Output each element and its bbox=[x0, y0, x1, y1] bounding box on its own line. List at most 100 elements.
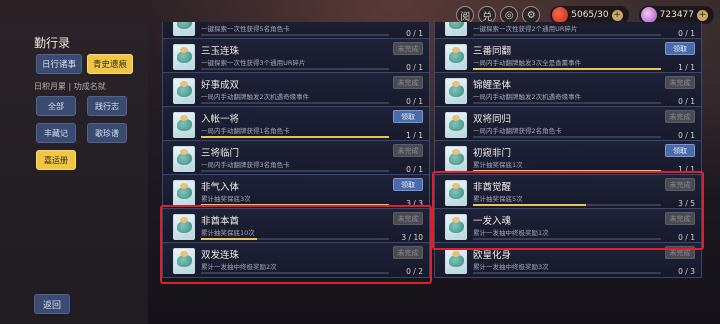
achievement-card: 入帐一将 一局内手动翻牌获得1名角色卡 1 / 1 领取 bbox=[162, 106, 430, 142]
progress-bar bbox=[201, 272, 389, 274]
progress-text: 1 / 1 bbox=[406, 131, 423, 140]
achievement-card: 非酋觉醒 累计抽奖保底5次 3 / 5 未完成 bbox=[434, 174, 702, 210]
claim-button[interactable]: 领取 bbox=[393, 178, 423, 191]
progress-bar bbox=[473, 68, 661, 70]
card-thumbnail bbox=[173, 214, 195, 240]
progress-bar-fill bbox=[473, 170, 661, 172]
tab-history[interactable]: 青史遗痕 bbox=[87, 54, 133, 74]
achievement-card: 锦鲤圣体 一局内手动翻牌触发2次机遇奇缘事件 0 / 1 未完成 bbox=[434, 72, 702, 108]
card-thumbnail bbox=[173, 248, 195, 274]
claim-button[interactable]: 领取 bbox=[393, 110, 423, 123]
achievement-card: 双将同归 一局内手动翻牌获得2名角色卡 0 / 1 未完成 bbox=[434, 106, 702, 142]
achievement-card: 欧皇化身 累计一发抽中终极奖励3次 0 / 3 未完成 bbox=[434, 242, 702, 278]
incomplete-button: 未完成 bbox=[665, 76, 695, 89]
achievement-title: 一发入魂 bbox=[473, 216, 512, 227]
card-thumbnail bbox=[445, 248, 467, 274]
achievement-description: 累计抽奖保底1次 bbox=[473, 161, 523, 169]
progress-text: 1 / 1 bbox=[678, 165, 695, 174]
card-thumbnail bbox=[445, 44, 467, 70]
progress-text: 3 / 3 bbox=[406, 199, 423, 208]
claim-button[interactable]: 领取 bbox=[665, 42, 695, 55]
incomplete-button: 未完成 bbox=[665, 178, 695, 191]
card-thumbnail bbox=[445, 214, 467, 240]
card-thumbnail bbox=[445, 180, 467, 206]
claim-button[interactable]: 领取 bbox=[665, 144, 695, 157]
progress-text: 0 / 3 bbox=[678, 267, 695, 276]
progress-bar bbox=[473, 34, 661, 36]
progress-text: 0 / 1 bbox=[406, 97, 423, 106]
category-fortune[interactable]: 嘉运册 bbox=[36, 150, 76, 170]
progress-text: 0 / 1 bbox=[678, 97, 695, 106]
achievement-title: 三番同翻 bbox=[473, 46, 512, 57]
achievement-title: 非酋本酋 bbox=[201, 216, 240, 227]
card-thumbnail bbox=[445, 112, 467, 138]
achievement-title: 好事成双 bbox=[201, 80, 240, 91]
progress-bar bbox=[473, 272, 661, 274]
category-treasure[interactable]: 歌珍谱 bbox=[87, 123, 127, 143]
achievement-title: 三将临门 bbox=[201, 148, 240, 159]
card-thumbnail bbox=[173, 22, 195, 36]
panel-title: 勤行录 bbox=[34, 36, 71, 50]
card-thumbnail bbox=[173, 44, 195, 70]
progress-bar bbox=[473, 102, 661, 104]
progress-text: 3 / 5 bbox=[678, 199, 695, 208]
achievement-card: 三番同翻 一局内手动翻牌触发3次全是香薰事件 1 / 1 领取 bbox=[434, 38, 702, 74]
panel-subtitle: 日积月累 | 功成名就 bbox=[34, 82, 106, 91]
progress-bar-fill bbox=[201, 136, 389, 138]
card-thumbnail bbox=[173, 78, 195, 104]
add-gem-button[interactable]: + bbox=[697, 9, 708, 21]
achievement-description: 一键探索一次性获得2个通用UR碎片 bbox=[473, 25, 578, 33]
progress-text: 1 / 1 bbox=[678, 63, 695, 72]
achievement-description: 一键探索一次性获得3个通用UR碎片 bbox=[201, 59, 306, 67]
progress-bar bbox=[473, 136, 661, 138]
progress-text: 0 / 1 bbox=[406, 29, 423, 38]
achievement-card: 双发连珠 累计一发抽中终极奖励2次 0 / 2 未完成 bbox=[162, 242, 430, 278]
progress-bar bbox=[473, 238, 661, 240]
achievement-description: 累计抽奖保底3次 bbox=[201, 195, 251, 203]
achievement-card: 三将临门 一局内手动翻牌获得3名角色卡 0 / 1 未完成 bbox=[162, 140, 430, 176]
back-button[interactable]: 返回 bbox=[34, 294, 70, 314]
achievement-title: 双将同归 bbox=[473, 114, 512, 125]
category-practice[interactable]: 践行志 bbox=[87, 96, 127, 116]
achievement-description: 一键探索一次性获得5名角色卡 bbox=[201, 25, 290, 33]
achievement-description: 累计抽奖保底10次 bbox=[201, 229, 255, 237]
progress-bar bbox=[473, 204, 661, 206]
progress-bar bbox=[201, 204, 389, 206]
incomplete-button: 未完成 bbox=[665, 110, 695, 123]
achievement-description: 累计抽奖保底5次 bbox=[473, 195, 523, 203]
achievement-list[interactable]: 五福临门 一键探索一次性获得5名角色卡 0 / 1 三玉连珠 一键探索一次性获得… bbox=[152, 22, 714, 324]
incomplete-button: 未完成 bbox=[665, 212, 695, 225]
achievement-card: 好事成双 一局内手动翻牌触发2次机遇奇缘事件 0 / 1 未完成 bbox=[162, 72, 430, 108]
card-thumbnail bbox=[445, 78, 467, 104]
card-thumbnail bbox=[445, 22, 467, 36]
tab-daily[interactable]: 日行诸事 bbox=[36, 54, 82, 74]
achievement-title: 非酋觉醒 bbox=[473, 182, 512, 193]
achievement-description: 累计一发抽中终极奖励2次 bbox=[201, 263, 277, 271]
incomplete-button: 未完成 bbox=[393, 246, 423, 259]
add-stamina-button[interactable]: + bbox=[611, 9, 623, 21]
progress-bar bbox=[201, 136, 389, 138]
achievement-description: 一局内手动翻牌触发2次机遇奇缘事件 bbox=[473, 93, 582, 101]
achievement-title: 初窥非门 bbox=[473, 148, 512, 159]
category-all[interactable]: 全部 bbox=[36, 96, 76, 116]
progress-bar bbox=[201, 68, 389, 70]
progress-bar bbox=[201, 170, 389, 172]
card-thumbnail bbox=[173, 146, 195, 172]
achievement-title: 三玉连珠 bbox=[201, 46, 240, 57]
progress-text: 0 / 1 bbox=[678, 29, 695, 38]
left-panel: 勤行录 日行诸事 青史遗痕 日积月累 | 功成名就 全部 践行志 丰藏记 歌珍谱… bbox=[0, 22, 148, 324]
progress-bar bbox=[473, 170, 661, 172]
achievement-title: 欧皇化身 bbox=[473, 250, 512, 261]
incomplete-button: 未完成 bbox=[393, 76, 423, 89]
gem-icon bbox=[640, 7, 657, 23]
progress-bar-fill bbox=[473, 204, 586, 206]
achievement-card: 非酋本酋 累计抽奖保底10次 3 / 10 未完成 bbox=[162, 208, 430, 244]
category-collection[interactable]: 丰藏记 bbox=[36, 123, 76, 143]
progress-bar bbox=[201, 34, 389, 36]
card-thumbnail bbox=[173, 180, 195, 206]
achievement-description: 一局内手动翻牌获得3名角色卡 bbox=[201, 161, 290, 169]
achievement-title: 锦鲤圣体 bbox=[473, 80, 512, 91]
achievement-description: 一局内手动翻牌触发2次机遇奇缘事件 bbox=[201, 93, 310, 101]
progress-bar-fill bbox=[473, 68, 661, 70]
incomplete-button: 未完成 bbox=[665, 246, 695, 259]
